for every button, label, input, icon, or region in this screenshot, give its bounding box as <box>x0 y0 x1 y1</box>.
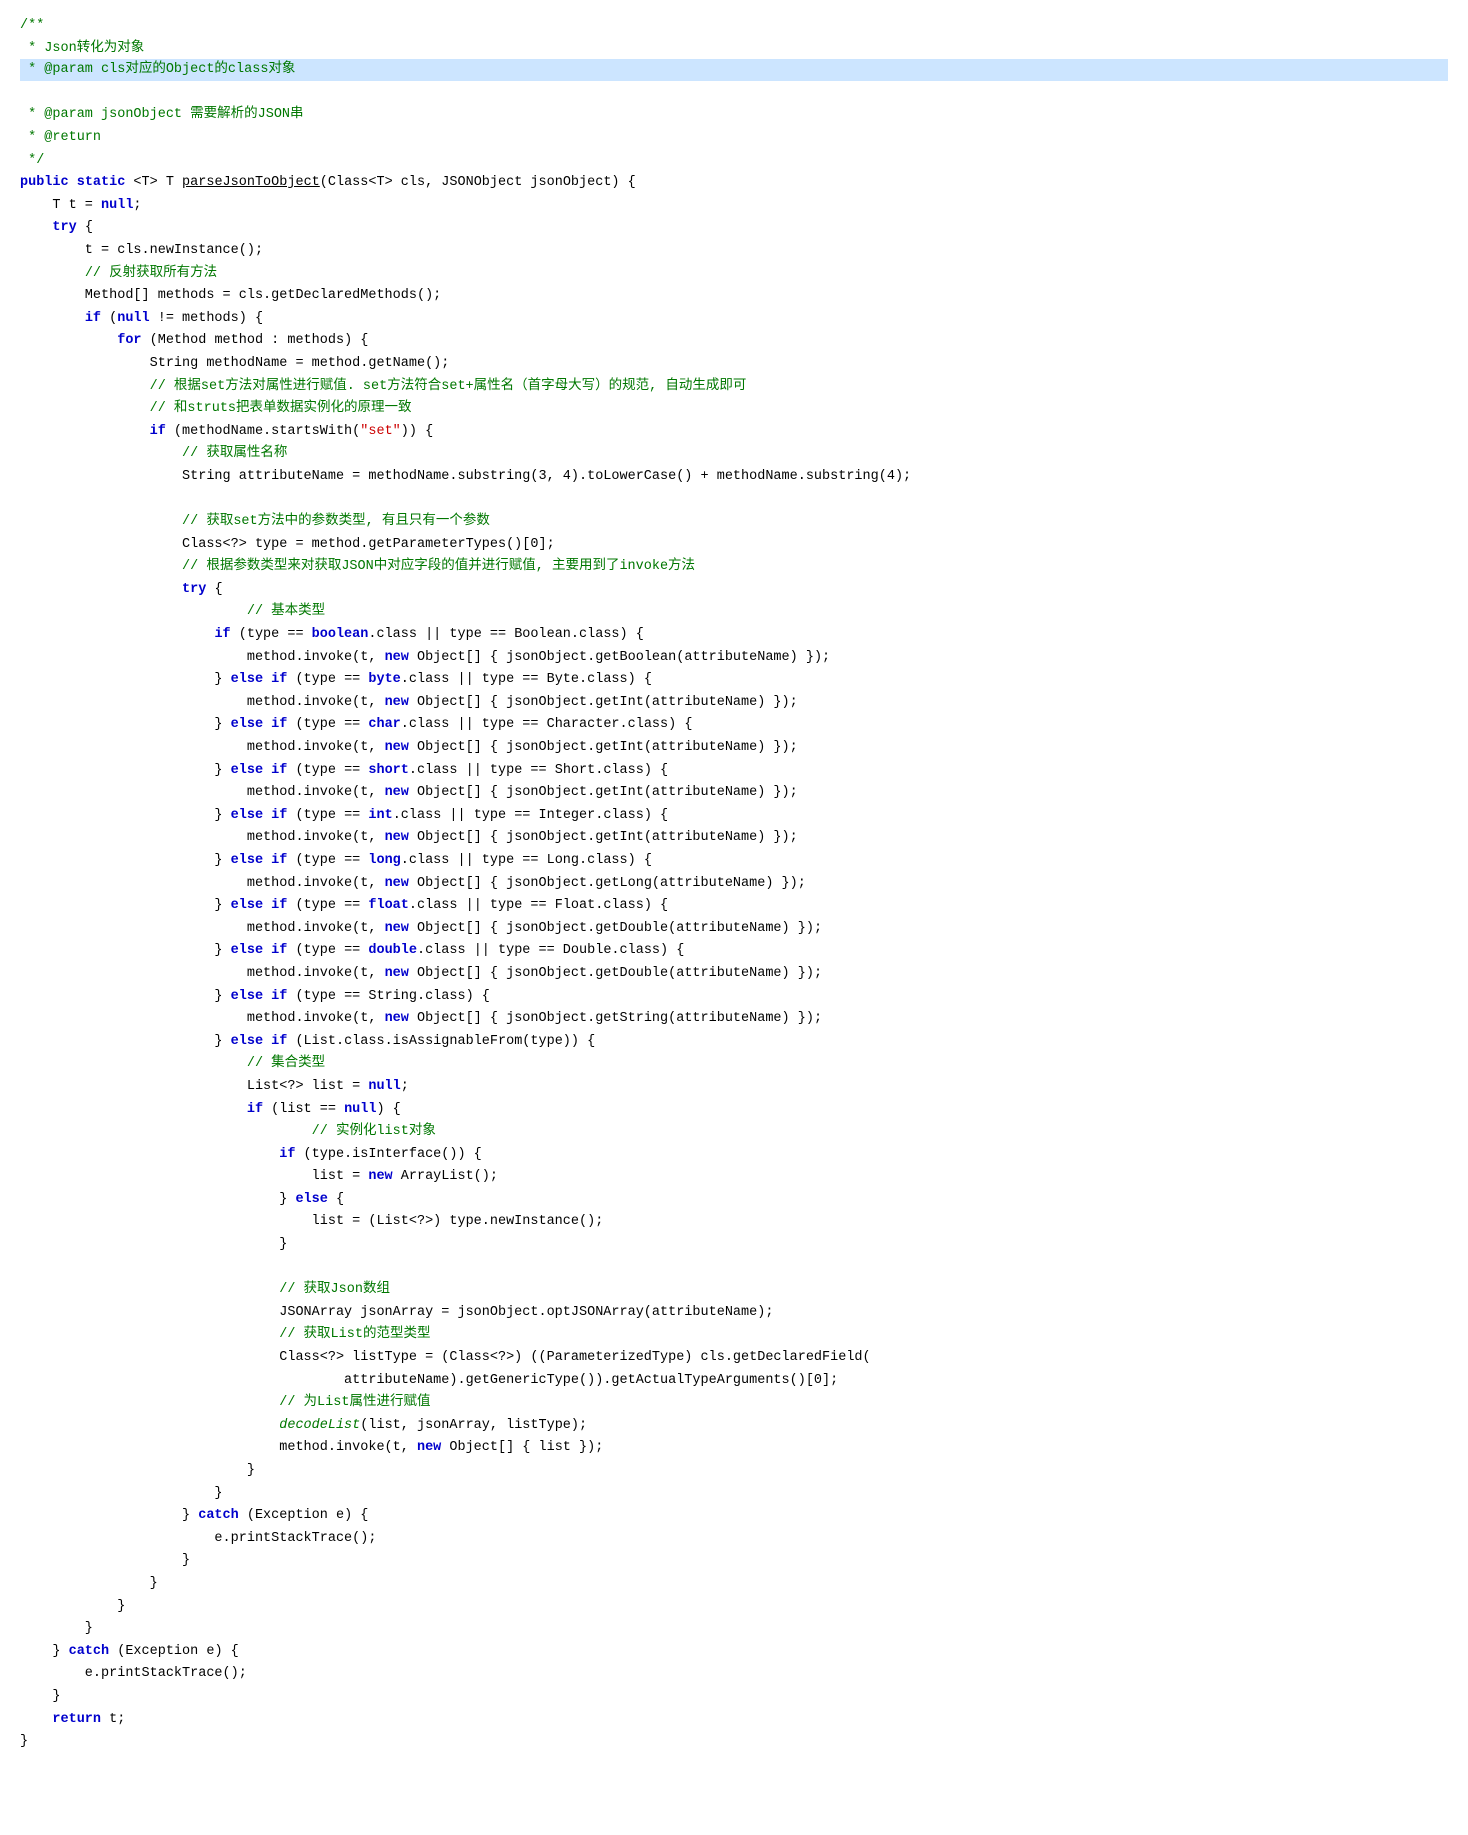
code-block: /** * Json转化为对象 * @param cls对应的Object的cl… <box>0 10 1468 1757</box>
comment-line: */ <box>20 153 44 168</box>
comment-line: /** <box>20 18 44 33</box>
comment-line: * @return <box>20 130 101 145</box>
highlight-line: * @param cls对应的Object的class对象 <box>20 59 1448 81</box>
comment-line: * Json转化为对象 <box>20 41 144 56</box>
keyword-public: public <box>20 175 69 190</box>
code-container: /** * Json转化为对象 * @param cls对应的Object的cl… <box>0 0 1468 1835</box>
comment-line: * @param jsonObject 需要解析的JSON串 <box>20 107 304 122</box>
